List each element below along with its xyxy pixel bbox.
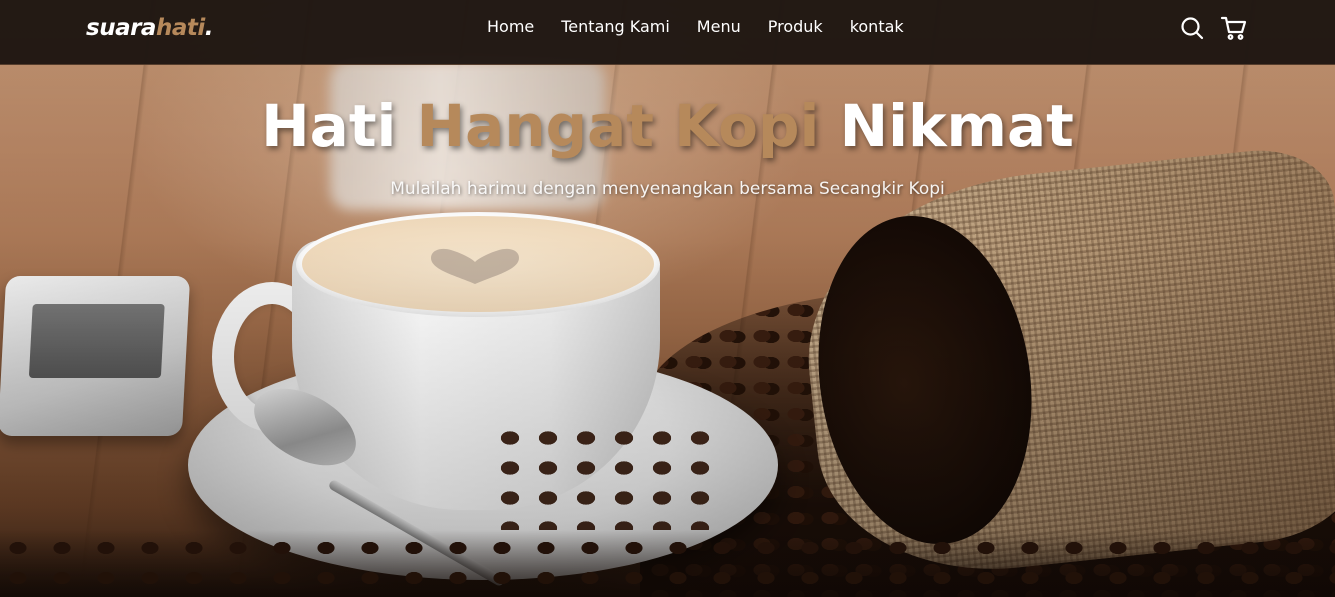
phone-image [0, 276, 191, 436]
hero-background-image [0, 0, 1335, 597]
nav-link-tentang-kami[interactable]: Tentang Kami [561, 17, 670, 36]
latte-foam [302, 216, 654, 312]
latte-heart-art [431, 248, 519, 284]
nav-menu: Home Tentang Kami Menu Produk kontak [487, 17, 904, 36]
nav-link-kontak[interactable]: kontak [850, 17, 904, 36]
nav-link-produk[interactable]: Produk [768, 17, 823, 36]
navbar: suarahati. Home Tentang Kami Menu Produk… [0, 0, 1335, 65]
sack-opening [798, 201, 1052, 559]
saucer [188, 350, 778, 580]
hero-subtitle: Mulailah harimu dengan menyenangkan bers… [390, 179, 945, 199]
hero-title-word-3: Nikmat [839, 92, 1074, 160]
spoon-handle [327, 478, 506, 588]
coffee-cup [292, 240, 660, 510]
saucer-beans [490, 420, 710, 530]
nav-link-menu[interactable]: Menu [697, 17, 741, 36]
logo-dot: . [204, 15, 214, 41]
logo-text-primary: suara [86, 15, 156, 41]
spoon [241, 372, 369, 482]
brand-logo[interactable]: suarahati. [86, 15, 214, 41]
cup-handle [212, 282, 332, 432]
logo-text-accent: hati [155, 15, 205, 41]
burlap-sack [791, 142, 1335, 588]
hero-title: Hati Hangat Kopi Nikmat [0, 92, 1335, 160]
hero-title-word-1: Hati [261, 92, 397, 160]
nav-icons [1178, 14, 1248, 42]
nav-link-home[interactable]: Home [487, 17, 534, 36]
cup-rim [296, 212, 660, 317]
hero-title-accent: Hangat Kopi [416, 92, 820, 160]
shopping-cart-icon[interactable] [1220, 14, 1248, 42]
foreground-beans [0, 530, 1335, 597]
coffee-beans-pile [640, 290, 1335, 597]
search-icon[interactable] [1178, 14, 1206, 42]
phone-screen [28, 304, 165, 378]
